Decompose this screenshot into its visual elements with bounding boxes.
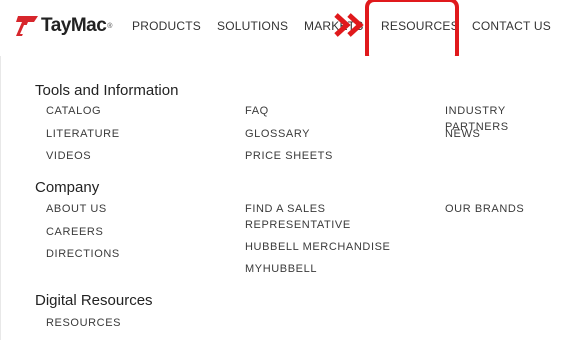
menu-link-news[interactable]: NEWS <box>445 126 480 142</box>
logo-text: TayMac <box>41 15 107 36</box>
nav-products[interactable]: PRODUCTS <box>132 19 201 33</box>
menu-link-directions[interactable]: DIRECTIONS <box>46 246 120 262</box>
menu-link-find-a-sales-representative[interactable]: FIND A SALES REPRESENTATIVE <box>245 201 365 233</box>
menu-link-price-sheets[interactable]: PRICE SHEETS <box>245 148 333 164</box>
section-title-digital-resources: Digital Resources <box>35 292 153 309</box>
menu-link-hubbell-merchandise[interactable]: HUBBELL MERCHANDISE <box>245 239 390 255</box>
menu-link-resources[interactable]: RESOURCES <box>46 315 121 331</box>
taymac-logo-mark-icon <box>16 16 38 36</box>
nav-contact-us[interactable]: CONTACT US <box>472 19 551 33</box>
menu-link-literature[interactable]: LITERATURE <box>46 126 120 142</box>
menu-link-glossary[interactable]: GLOSSARY <box>245 126 310 142</box>
menu-link-myhubbell[interactable]: MYHUBBELL <box>245 261 317 277</box>
nav-solutions[interactable]: SOLUTIONS <box>217 19 288 33</box>
menu-link-careers[interactable]: CAREERS <box>46 224 103 240</box>
logo-registered-mark: ® <box>107 22 113 30</box>
menu-link-our-brands[interactable]: OUR BRANDS <box>445 201 524 217</box>
taymac-logo[interactable]: TayMac ® <box>14 14 112 38</box>
menu-link-videos[interactable]: VIDEOS <box>46 148 91 164</box>
double-chevron-right-icon <box>334 13 364 37</box>
menu-link-faq[interactable]: FAQ <box>245 103 269 119</box>
section-title-tools-and-information: Tools and Information <box>35 82 179 99</box>
top-navigation-bar: TayMac ® PRODUCTS SOLUTIONS MARKETS RESO… <box>0 0 570 64</box>
resources-highlight-box <box>365 0 459 64</box>
menu-link-about-us[interactable]: ABOUT US <box>46 201 107 217</box>
section-title-company: Company <box>35 179 100 196</box>
menu-link-catalog[interactable]: CATALOG <box>46 103 101 119</box>
